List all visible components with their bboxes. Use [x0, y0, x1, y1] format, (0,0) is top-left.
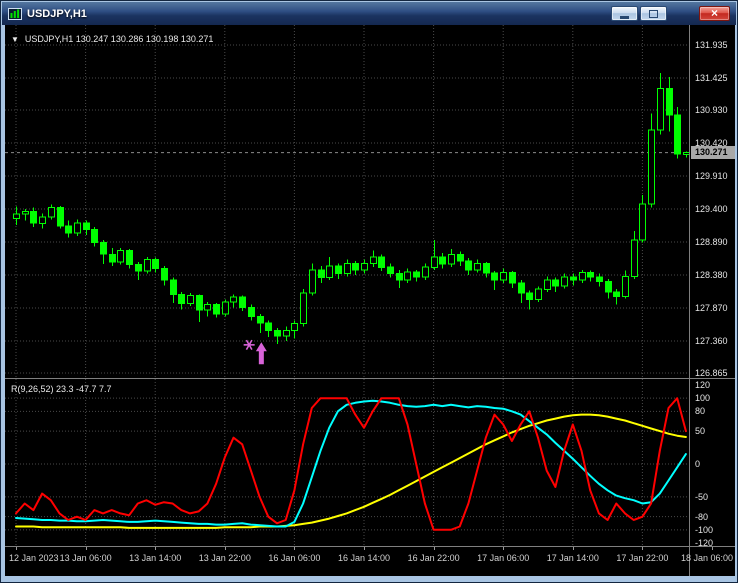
time-tick-label: 17 Jan 14:00 [546, 553, 599, 563]
time-tick [294, 547, 296, 550]
restore-icon [649, 9, 658, 18]
time-tick [85, 547, 87, 550]
price-tick-label: 128.890 [695, 236, 728, 247]
time-tick-label: 16 Jan 06:00 [268, 553, 321, 563]
indicator-tick-label: 80 [695, 406, 706, 417]
time-tick [155, 547, 157, 550]
indicator-tick-label: -80 [695, 511, 709, 522]
indicator-tick-label: 0 [695, 459, 701, 469]
main-chart-pane[interactable]: ▼ USDJPY,H1 130.247 130.286 130.198 130.… [5, 25, 689, 378]
indicator-tick-label: 120 [695, 380, 711, 390]
time-tick [503, 547, 505, 550]
restore-button[interactable] [640, 6, 667, 21]
price-tick-label: 129.910 [695, 171, 728, 181]
symbol-ohlc-line: ▼ USDJPY,H1 130.247 130.286 130.198 130.… [11, 34, 213, 44]
price-tick-label: 131.425 [695, 72, 728, 83]
close-icon: × [710, 6, 718, 20]
symbol-ohlc-label: USDJPY,H1 130.247 130.286 130.198 130.27… [24, 34, 214, 44]
mt4-chart-window: USDJPY,H1 × ▼ USDJPY,H1 130.247 130.286 … [0, 0, 738, 583]
time-tick-label: 13 Jan 14:00 [129, 553, 182, 563]
arrow-up-icon [255, 342, 267, 365]
price-axis[interactable]: 131.935 131.425 130.930 130.420 129.910 129.4… [689, 25, 735, 576]
price-tick-label: 128.380 [695, 269, 728, 280]
indicator-tick-label: -50 [695, 491, 709, 502]
time-tick [433, 547, 435, 550]
main-grid-layer [5, 25, 689, 378]
chart-client-area: ▼ USDJPY,H1 130.247 130.286 130.198 130.… [5, 25, 735, 576]
price-tick-label: 127.360 [695, 335, 728, 346]
pane-separator[interactable] [5, 378, 735, 379]
time-tick [16, 547, 17, 550]
time-tick-label: 17 Jan 06:00 [477, 553, 530, 563]
indicator-tick-label: 50 [695, 426, 706, 437]
main-chart-svg[interactable] [5, 25, 689, 378]
price-tick-label: 130.930 [695, 105, 728, 116]
time-tick-label: 13 Jan 22:00 [198, 553, 251, 563]
time-tick [712, 547, 713, 550]
indicator-pane[interactable]: R(9,26,52) 23.3 -47.7 7.7 [5, 379, 689, 546]
time-tick-label: 13 Jan 06:00 [59, 553, 112, 563]
chevron-down-icon[interactable]: ▼ [11, 35, 19, 44]
time-tick [364, 547, 365, 550]
time-tick [642, 547, 644, 550]
indicator-label: R(9,26,52) 23.3 -47.7 7.7 [11, 384, 112, 394]
current-price-badge: 130.271 [691, 146, 735, 160]
price-tick-label: 131.935 [695, 40, 728, 50]
signal-annotation [243, 339, 267, 365]
time-axis[interactable]: 12 Jan 2023 13 Jan 06:00 13 Jan 14:00 13 Ja… [5, 547, 735, 576]
chart-icon[interactable] [8, 7, 22, 20]
minimize-icon [620, 15, 629, 19]
price-tick-label: 129.400 [695, 204, 728, 214]
price-tick-label: 126.865 [695, 368, 728, 378]
time-tick-label: 16 Jan 22:00 [407, 553, 460, 563]
time-tick-label: 16 Jan 14:00 [337, 553, 391, 563]
time-tick [224, 547, 226, 550]
time-tick-label: 12 Jan 2023 [9, 553, 59, 563]
window-title: USDJPY,H1 [27, 7, 87, 20]
indicator-tick-label: 100 [695, 393, 711, 404]
indicator-svg[interactable] [5, 379, 689, 546]
indicator-tick-label: -100 [695, 524, 714, 535]
price-tick-label: 127.870 [695, 302, 728, 313]
time-tick [572, 547, 574, 550]
close-button[interactable]: × [699, 6, 730, 21]
time-tick-label: 18 Jan 06:00 [680, 553, 733, 563]
titlebar[interactable]: USDJPY,H1 × [2, 2, 736, 25]
minimize-button[interactable] [611, 6, 638, 21]
time-tick-label: 17 Jan 22:00 [616, 553, 669, 563]
